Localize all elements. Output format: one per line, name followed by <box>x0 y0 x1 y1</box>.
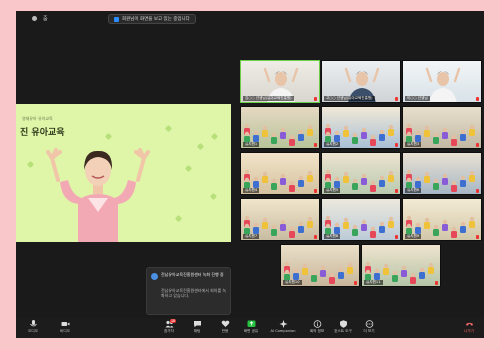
share-notice-text: 회원님이 화면을 보고 있는 중입니다 <box>122 17 190 22</box>
video-label: 비디오 <box>60 329 70 333</box>
participant-tile[interactable]: 유치원5 <box>321 152 401 195</box>
muted-mic-icon <box>314 235 317 239</box>
more-label: 더 보기 <box>363 329 375 333</box>
ai-label: AI Companion <box>270 329 296 333</box>
app-title: 줌 <box>43 16 48 22</box>
meeting-toolbar: 오디오 비디오 18 참가자 채팅 반응 화면 공유 AI Companion <box>16 318 484 338</box>
muted-mic-icon <box>354 281 357 285</box>
participant-name: 유치원6 <box>405 188 422 193</box>
info-icon <box>313 320 321 328</box>
leave-button[interactable]: 나가기 <box>456 320 482 337</box>
participant-name: 유치원11 <box>364 280 383 285</box>
ai-companion-button[interactable]: AI Companion <box>270 320 296 337</box>
audio-button[interactable]: 오디오 <box>20 320 46 337</box>
zoom-window: 줌 회원님이 화면을 보고 있는 중입니다 영재유아 유아교육 진 유아교육 김… <box>16 11 484 338</box>
host-tools-button[interactable]: 호스트 도구 <box>330 320 356 337</box>
participant-name: 고○○ 선생님(유아교육진흥원) <box>324 96 375 101</box>
participants-label: 참가자 <box>164 329 174 333</box>
leave-icon <box>465 322 473 326</box>
muted-mic-icon <box>314 143 317 147</box>
participant-tile[interactable]: 유치원1 <box>240 106 320 149</box>
shared-title: 진 유아교육 <box>20 128 65 138</box>
toast-title: 전남유아교육진흥원센터 녹화 진행 중 <box>161 272 224 277</box>
participant-tile[interactable]: 유치원11 <box>361 244 441 287</box>
muted-mic-icon <box>314 97 317 101</box>
participant-name: 유치원8 <box>324 234 341 239</box>
muted-mic-icon <box>476 143 479 147</box>
info-label: 회의 정보 <box>309 329 325 333</box>
heart-icon <box>221 320 229 327</box>
react-label: 반응 <box>221 329 229 333</box>
participant-tile[interactable]: 유치원9 <box>402 198 482 241</box>
leave-label: 나가기 <box>464 329 474 333</box>
participants-button[interactable]: 18 참가자 <box>156 319 182 337</box>
react-button[interactable]: 반응 <box>212 320 238 337</box>
sparkle-icon <box>279 320 287 328</box>
muted-mic-icon <box>395 235 398 239</box>
share-notice-pill[interactable]: 회원님이 화면을 보고 있는 중입니다 <box>108 14 196 24</box>
participant-tile[interactable]: 유치원7 <box>240 198 320 241</box>
participant-tile[interactable]: 유치원3 <box>402 106 482 149</box>
participant-tile[interactable]: 유치원10 <box>280 244 360 287</box>
participant-name: 유치원5 <box>324 188 341 193</box>
meeting-info-button[interactable]: 회의 정보 <box>304 320 330 337</box>
participant-name: 유치원1 <box>243 142 260 147</box>
shared-subtitle: 영재유아 유아교육 <box>22 116 53 121</box>
shared-screen: 영재유아 유아교육 진 유아교육 <box>16 104 231 242</box>
share-screen-button[interactable]: 화면 공유 <box>238 320 264 337</box>
muted-mic-icon <box>314 189 317 193</box>
participant-tile[interactable]: 유치원8 <box>321 198 401 241</box>
recording-toast[interactable]: 전남유아교육진흥원센터 녹화 진행 중 전남유아교육진흥원센터에서 회의를 녹화… <box>146 267 231 315</box>
chat-button[interactable]: 채팅 <box>184 320 210 337</box>
participant-count-badge: 18 <box>170 319 177 323</box>
participant-name: 유치원2 <box>324 142 341 147</box>
shield-icon <box>339 320 347 328</box>
participant-name: 유치원4 <box>243 188 260 193</box>
chat-label: 채팅 <box>193 329 201 333</box>
app-brand: 줌 <box>32 15 48 22</box>
app-icon <box>32 16 37 21</box>
chat-icon <box>193 321 201 328</box>
camera-icon <box>61 322 69 326</box>
mic-icon <box>29 320 37 327</box>
more-button[interactable]: 더 보기 <box>356 320 382 337</box>
participant-name: 유치원9 <box>405 234 422 239</box>
toast-body: 전남유아교육진흥원센터에서 회의를 녹화하고 있습니다. <box>161 288 227 298</box>
participant-tile[interactable]: 유치원2 <box>321 106 401 149</box>
video-button[interactable]: 비디오 <box>52 320 78 337</box>
top-bar: 줌 회원님이 화면을 보고 있는 중입니다 <box>16 11 484 27</box>
participant-name: 유치원3 <box>405 142 422 147</box>
participant-gallery: 김○○ 선생님(유아교육진흥원) 고○○ 선생님(유아교육진흥원) 이○○ 선생님유… <box>240 60 483 288</box>
muted-mic-icon <box>476 235 479 239</box>
presenter-figure <box>46 148 150 242</box>
audio-label: 오디오 <box>28 329 38 333</box>
participant-name: 김○○ 선생님(유아교육진흥원) <box>243 96 294 101</box>
participant-tile[interactable]: 유치원6 <box>402 152 482 195</box>
participant-tile[interactable]: 유치원4 <box>240 152 320 195</box>
participant-name: 유치원10 <box>283 280 302 285</box>
participant-tile[interactable]: 이○○ 선생님 <box>402 60 482 103</box>
share-label: 화면 공유 <box>243 329 259 333</box>
recording-info-icon <box>151 273 158 280</box>
participant-tile[interactable]: 고○○ 선생님(유아교육진흥원) <box>321 60 401 103</box>
muted-mic-icon <box>476 189 479 193</box>
muted-mic-icon <box>476 97 479 101</box>
muted-mic-icon <box>435 281 438 285</box>
more-dots-icon <box>365 320 373 328</box>
screen-share-icon <box>114 16 119 22</box>
muted-mic-icon <box>395 97 398 101</box>
participant-name: 이○○ 선생님 <box>405 96 430 101</box>
share-screen-icon <box>247 320 255 327</box>
muted-mic-icon <box>395 143 398 147</box>
participant-tile[interactable]: 김○○ 선생님(유아교육진흥원) <box>240 60 320 103</box>
participant-name: 유치원7 <box>243 234 260 239</box>
muted-mic-icon <box>395 189 398 193</box>
host-tools-label: 호스트 도구 <box>334 329 352 333</box>
